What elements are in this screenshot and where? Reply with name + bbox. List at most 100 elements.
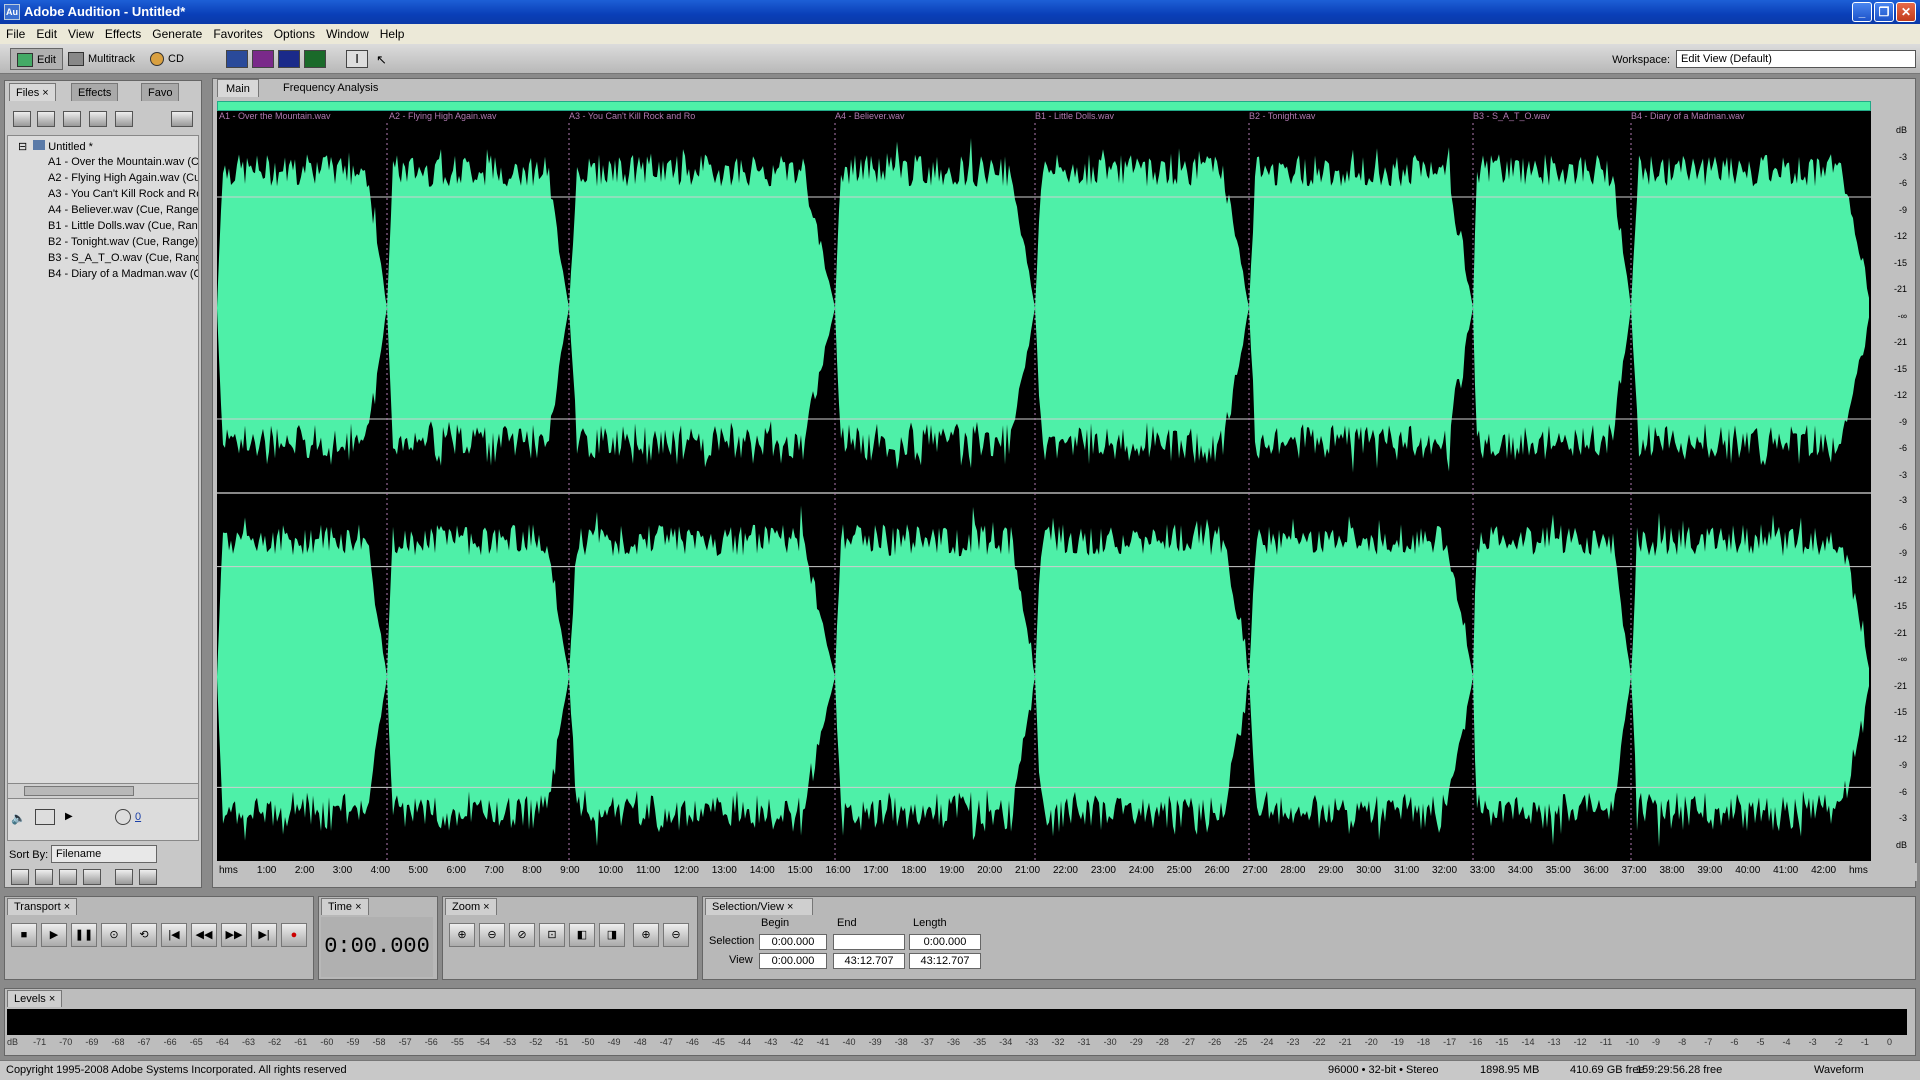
import-icon[interactable] [13,111,31,127]
cue-marker[interactable]: A3 - You Can't Kill Rock and Ro [569,111,695,121]
close-button[interactable]: ✕ [1896,2,1916,22]
restore-button[interactable]: ❐ [1874,2,1894,22]
rewind-button[interactable]: ◀◀ [191,923,217,947]
menu-file[interactable]: File [0,24,30,41]
db-tick: -6 [1898,786,1907,797]
selection-end-field[interactable] [833,934,905,950]
cue-marker[interactable]: A1 - Over the Mountain.wav [219,111,331,121]
filter-midi-icon[interactable] [83,869,101,885]
view-end-field[interactable]: 43:12.707 [833,953,905,969]
cue-marker[interactable]: A4 - Believer.wav [835,111,905,121]
filter-loop-icon[interactable] [35,869,53,885]
tree-item[interactable]: A2 - Flying High Again.wav (Cue, [48,172,198,184]
menu-window[interactable]: Window [320,24,374,41]
minimize-button[interactable]: _ [1852,2,1872,22]
level-tick: -53 [503,1037,517,1047]
cue-marker[interactable]: A2 - Flying High Again.wav [389,111,497,121]
record-button[interactable]: ● [281,923,307,947]
tab-selection-view[interactable]: Selection/View × [705,898,813,915]
tree-item[interactable]: B4 - Diary of a Madman.wav (Cu [48,268,198,280]
speaker-icon[interactable]: 🔈 [11,811,26,825]
tree-root[interactable]: ⊟ Untitled * [18,140,93,153]
spectral-pan-icon[interactable] [278,50,300,68]
spectral-view-icon[interactable] [252,50,274,68]
cd-button[interactable]: CD [150,48,184,70]
time-selection-tool-icon[interactable]: I [346,50,368,68]
loop-icon[interactable] [35,809,55,825]
tab-transport[interactable]: Transport × [7,898,78,915]
tab-effects[interactable]: Effects [71,83,119,101]
menu-options[interactable]: Options [268,24,320,41]
tab-frequency-analysis[interactable]: Frequency Analysis [275,79,386,97]
play-file-icon[interactable]: ▶ [65,811,73,822]
stop-button[interactable]: ■ [11,923,37,947]
tree-item[interactable]: A4 - Believer.wav (Cue, Range) [48,204,198,216]
close-file-icon[interactable] [37,111,55,127]
zoom-left-edge-icon[interactable]: ◧ [569,923,595,947]
tab-files[interactable]: Files × [9,83,56,101]
tab-time[interactable]: Time × [321,898,369,915]
zoom-right-edge-icon[interactable]: ◨ [599,923,625,947]
zoom-in-vertical-icon[interactable]: ⊕ [633,923,659,947]
sort-select[interactable]: Filename [51,845,157,863]
view-begin-field[interactable]: 0:00.000 [759,953,827,969]
tab-favorites[interactable]: Favo [141,83,180,101]
tab-zoom[interactable]: Zoom × [445,898,497,915]
menu-effects[interactable]: Effects [99,24,146,41]
volume-knob-icon[interactable] [115,809,131,825]
zoom-out-full-icon[interactable]: ⊘ [509,923,535,947]
cue-marker[interactable]: B1 - Little Dolls.wav [1035,111,1114,121]
time-ruler[interactable]: hms 1:00 2:00 3:00 4:00 5:00 6:00 7:00 8:00 9:00 1… [217,863,1917,881]
menu-help[interactable]: Help [374,24,410,41]
selection-begin-field[interactable]: 0:00.000 [759,934,827,950]
tree-item[interactable]: B1 - Little Dolls.wav (Cue, Range [48,220,198,232]
fast-forward-button[interactable]: ▶▶ [221,923,247,947]
pause-button[interactable]: ❚❚ [71,923,97,947]
scrollbar-thumb[interactable] [24,786,134,796]
filter-video-icon[interactable] [59,869,77,885]
marquee-tool-icon[interactable]: ↖ [376,52,387,68]
play-button[interactable]: ▶ [41,923,67,947]
waveform-view-icon[interactable] [226,50,248,68]
workspace-select[interactable]: Edit View (Default) [1676,50,1916,68]
tree-item[interactable]: B2 - Tonight.wav (Cue, Range) [48,236,198,248]
waveform-display[interactable] [217,123,1871,861]
menu-favorites[interactable]: Favorites [207,24,267,41]
zoom-out-horizontal-icon[interactable]: ⊖ [479,923,505,947]
volume-value[interactable]: 0 [135,811,141,823]
files-panel: Files × Effects Favo ⊟ Untitled * A1 - O… [4,80,202,888]
zoom-in-horizontal-icon[interactable]: ⊕ [449,923,475,947]
play-to-end-button[interactable]: ⊙ [101,923,127,947]
cue-marker[interactable]: B3 - S_A_T_O.wav [1473,111,1550,121]
insert-multitrack-icon[interactable] [89,111,107,127]
loop-button[interactable]: ⟲ [131,923,157,947]
cue-marker[interactable]: B4 - Diary of a Madman.wav [1631,111,1745,121]
go-to-end-button[interactable]: ▶| [251,923,277,947]
tree-item[interactable]: A1 - Over the Mountain.wav (Cue [48,156,198,168]
edit-view-button[interactable]: Edit [10,48,63,70]
filter-options-icon[interactable] [115,869,133,885]
multitrack-button[interactable]: Multitrack [68,48,135,70]
edit-file-icon[interactable] [115,111,133,127]
menu-generate[interactable]: Generate [146,24,207,41]
tab-levels[interactable]: Levels × [7,990,63,1007]
tree-item[interactable]: A3 - You Can't Kill Rock and Roll [48,188,198,200]
tree-horizontal-scrollbar[interactable] [7,783,199,799]
cue-marker[interactable]: B2 - Tonight.wav [1249,111,1315,121]
view-length-field[interactable]: 43:12.707 [909,953,981,969]
menu-edit[interactable]: Edit [30,24,62,41]
filter-cd-icon[interactable] [139,869,157,885]
selection-length-field[interactable]: 0:00.000 [909,934,981,950]
zoom-out-vertical-icon[interactable]: ⊖ [663,923,689,947]
view-options-icon[interactable] [171,111,193,127]
menu-view[interactable]: View [62,24,99,41]
tab-main[interactable]: Main [217,79,259,97]
zoom-selection-icon[interactable]: ⊡ [539,923,565,947]
tree-item[interactable]: B3 - S_A_T_O.wav (Cue, Range [48,252,198,264]
filter-audio-icon[interactable] [11,869,29,885]
overview-bar[interactable] [217,101,1871,111]
insert-icon[interactable] [63,111,81,127]
phase-view-icon[interactable] [304,50,326,68]
go-to-start-button[interactable]: |◀ [161,923,187,947]
level-tick: -63 [242,1037,256,1047]
